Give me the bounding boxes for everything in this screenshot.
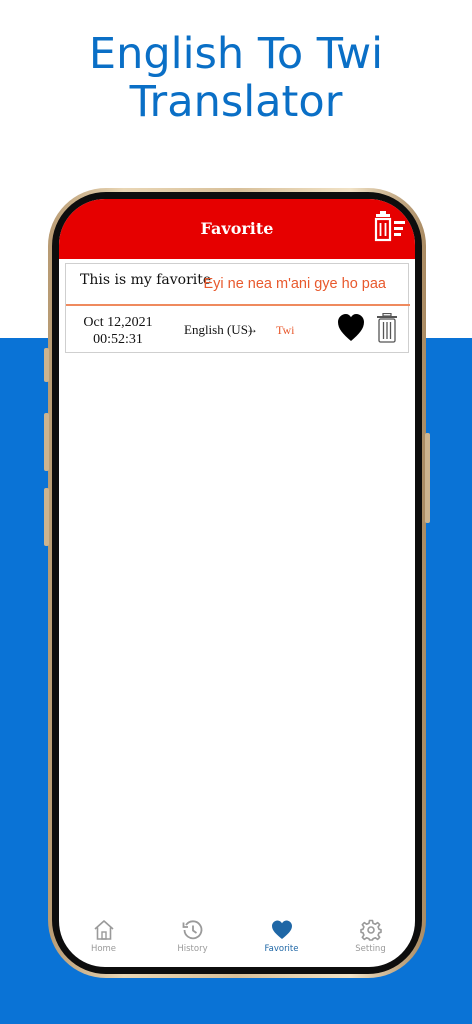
phone-volume-down-button [44,488,49,546]
delete-trash-icon[interactable] [376,313,398,343]
phone-frame: Favorite This is my favorite Eyi ne nea … [44,188,430,978]
tab-favorite[interactable]: Favorite [237,919,326,967]
tab-setting[interactable]: Setting [326,919,415,967]
app-bar: Favorite [59,199,415,259]
gear-icon [359,919,382,941]
tab-history[interactable]: History [148,919,237,967]
tab-home-label: Home [90,944,117,954]
phone-power-button [425,433,430,523]
card-divider [66,304,410,306]
bottom-tab-bar: Home History Favorite Setting [59,919,415,967]
phone-mute-switch [44,348,49,382]
to-language: Twi [276,323,295,337]
tab-favorite-label: Favorite [264,944,299,954]
source-text: This is my favorite [80,272,212,288]
favorite-item-card[interactable]: This is my favorite Eyi ne nea m'ani gye… [65,263,410,353]
clear-all-trash-icon[interactable] [373,211,407,243]
headline-line-1: English To Twi [88,29,384,79]
phone-volume-up-button [44,413,49,471]
promo-headline: English To Twi Translator [0,30,472,126]
app-screen: Favorite This is my favorite Eyi ne nea … [59,199,415,967]
date-text: Oct 12,2021 [83,315,153,330]
tab-setting-label: Setting [355,944,386,954]
heart-icon [271,920,292,939]
tab-history-label: History [177,944,208,954]
headline-line-2: Translator [129,77,343,127]
translated-text: Eyi ne nea m'ani gye ho paa [203,276,386,292]
timestamp: Oct 12,2021 00:52:31 [80,314,156,348]
page-title: Favorite [200,219,274,238]
history-icon [182,920,202,940]
time-text: 00:52:31 [93,332,143,347]
favorite-heart-icon[interactable] [337,313,365,343]
from-language: English (US) [184,322,253,337]
home-icon [93,920,114,940]
tab-home[interactable]: Home [59,919,148,967]
arrow-icon: → [246,322,258,336]
